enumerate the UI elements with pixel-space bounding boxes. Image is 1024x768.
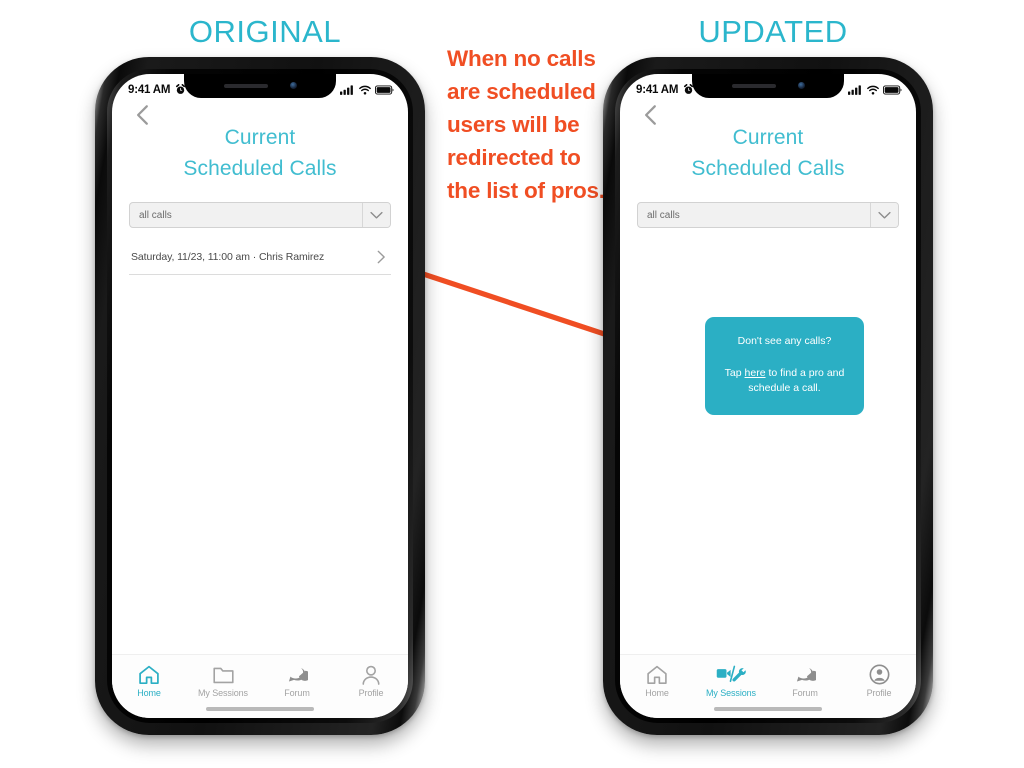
tab-profile[interactable]: Profile xyxy=(842,664,916,698)
tab-profile-label: Profile xyxy=(866,688,892,698)
chevron-right-icon[interactable] xyxy=(376,250,387,264)
earpiece-speaker-icon xyxy=(223,83,268,88)
front-camera-icon xyxy=(289,82,297,89)
notch xyxy=(184,74,336,98)
tab-forum[interactable]: Forum xyxy=(260,664,334,698)
status-bar-right xyxy=(340,84,394,95)
status-time: 9:41 AM xyxy=(636,83,679,96)
tab-profile-label: Profile xyxy=(358,688,384,698)
empty-state-link-here[interactable]: here xyxy=(745,367,766,379)
tab-profile[interactable]: Profile xyxy=(334,664,408,698)
back-chevron-icon[interactable] xyxy=(130,102,156,128)
tab-home[interactable]: Home xyxy=(112,664,186,698)
status-time: 9:41 AM xyxy=(128,83,171,96)
bottom-tab-bar: Home My Sessions Forum Profile xyxy=(620,654,916,718)
phone-screen-updated: 9:41 AM Current Scheduled Calls all call… xyxy=(620,74,916,718)
phone-bezel-inner: 9:41 AM Current Scheduled Calls all call… xyxy=(107,69,413,723)
caption-original: ORIGINAL xyxy=(188,14,342,49)
chat-bubbles-icon xyxy=(286,664,308,685)
call-filter-select[interactable]: all calls xyxy=(129,202,391,228)
scheduled-call-text: Saturday, 11/23, 11:00 am · Chris Ramire… xyxy=(131,251,325,263)
tab-my-sessions[interactable]: My Sessions xyxy=(186,664,260,698)
tab-forum[interactable]: Forum xyxy=(768,664,842,698)
home-indicator xyxy=(714,707,822,711)
empty-state-body: Tap here to find a pro and schedule a ca… xyxy=(718,366,851,396)
status-bar-left: 9:41 AM xyxy=(636,84,694,96)
page-title-line2: Scheduled Calls xyxy=(183,157,337,180)
person-icon xyxy=(361,664,381,685)
scheduled-calls-list: Saturday, 11/23, 11:00 am · Chris Ramire… xyxy=(129,240,391,275)
chevron-down-icon[interactable] xyxy=(870,203,898,227)
page-title-line1: Current xyxy=(732,126,804,149)
annotation-note: When no calls are scheduled users will b… xyxy=(447,46,605,203)
earpiece-speaker-icon xyxy=(731,83,776,88)
phone-original: 9:41 AM Current Scheduled Calls all call… xyxy=(95,57,425,735)
back-chevron-icon[interactable] xyxy=(638,102,664,128)
page-title-line2: Scheduled Calls xyxy=(691,157,845,180)
chat-bubbles-filled-icon xyxy=(794,664,816,685)
empty-state-body-before: Tap xyxy=(724,367,745,379)
caption-updated: UPDATED xyxy=(698,14,848,49)
front-camera-icon xyxy=(797,82,805,89)
page-title: Current Scheduled Calls xyxy=(112,122,408,184)
tab-my-sessions[interactable]: My Sessions xyxy=(694,664,768,698)
status-bar-left: 9:41 AM xyxy=(128,84,186,96)
home-icon xyxy=(646,664,668,685)
scheduled-call-row[interactable]: Saturday, 11/23, 11:00 am · Chris Ramire… xyxy=(129,240,391,275)
call-filter-value: all calls xyxy=(647,209,680,221)
avatar-circle-icon xyxy=(869,664,890,685)
battery-full-icon xyxy=(375,84,394,95)
folder-icon xyxy=(212,664,234,685)
home-icon xyxy=(138,664,160,685)
call-filter-select[interactable]: all calls xyxy=(637,202,899,228)
empty-state-card: Don't see any calls? Tap here to find a … xyxy=(705,317,864,415)
chevron-down-icon[interactable] xyxy=(362,203,390,227)
phone-bezel-inner: 9:41 AM Current Scheduled Calls all call… xyxy=(615,69,921,723)
tab-my-sessions-label: My Sessions xyxy=(706,688,756,698)
wifi-icon xyxy=(867,85,879,95)
comparison-canvas: ORIGINAL UPDATED When no calls are sched… xyxy=(0,0,1024,768)
tab-forum-label: Forum xyxy=(792,688,818,698)
home-indicator xyxy=(206,707,314,711)
cellular-signal-icon xyxy=(340,84,353,95)
call-filter-value: all calls xyxy=(139,209,172,221)
battery-full-icon xyxy=(883,84,902,95)
tab-forum-label: Forum xyxy=(284,688,310,698)
page-title: Current Scheduled Calls xyxy=(620,122,916,184)
page-title-line1: Current xyxy=(224,126,296,149)
cellular-signal-icon xyxy=(848,84,861,95)
tab-home[interactable]: Home xyxy=(620,664,694,698)
notch xyxy=(692,74,844,98)
status-bar-right xyxy=(848,84,902,95)
bottom-tab-bar: Home My Sessions Forum Profile xyxy=(112,654,408,718)
tab-home-label: Home xyxy=(137,688,161,698)
phone-updated: 9:41 AM Current Scheduled Calls all call… xyxy=(603,57,933,735)
tab-home-label: Home xyxy=(645,688,669,698)
tab-my-sessions-label: My Sessions xyxy=(198,688,248,698)
wifi-icon xyxy=(359,85,371,95)
phone-screen-original: 9:41 AM Current Scheduled Calls all call… xyxy=(112,74,408,718)
video-wrench-icon xyxy=(716,664,746,685)
empty-state-headline: Don't see any calls? xyxy=(737,335,832,347)
